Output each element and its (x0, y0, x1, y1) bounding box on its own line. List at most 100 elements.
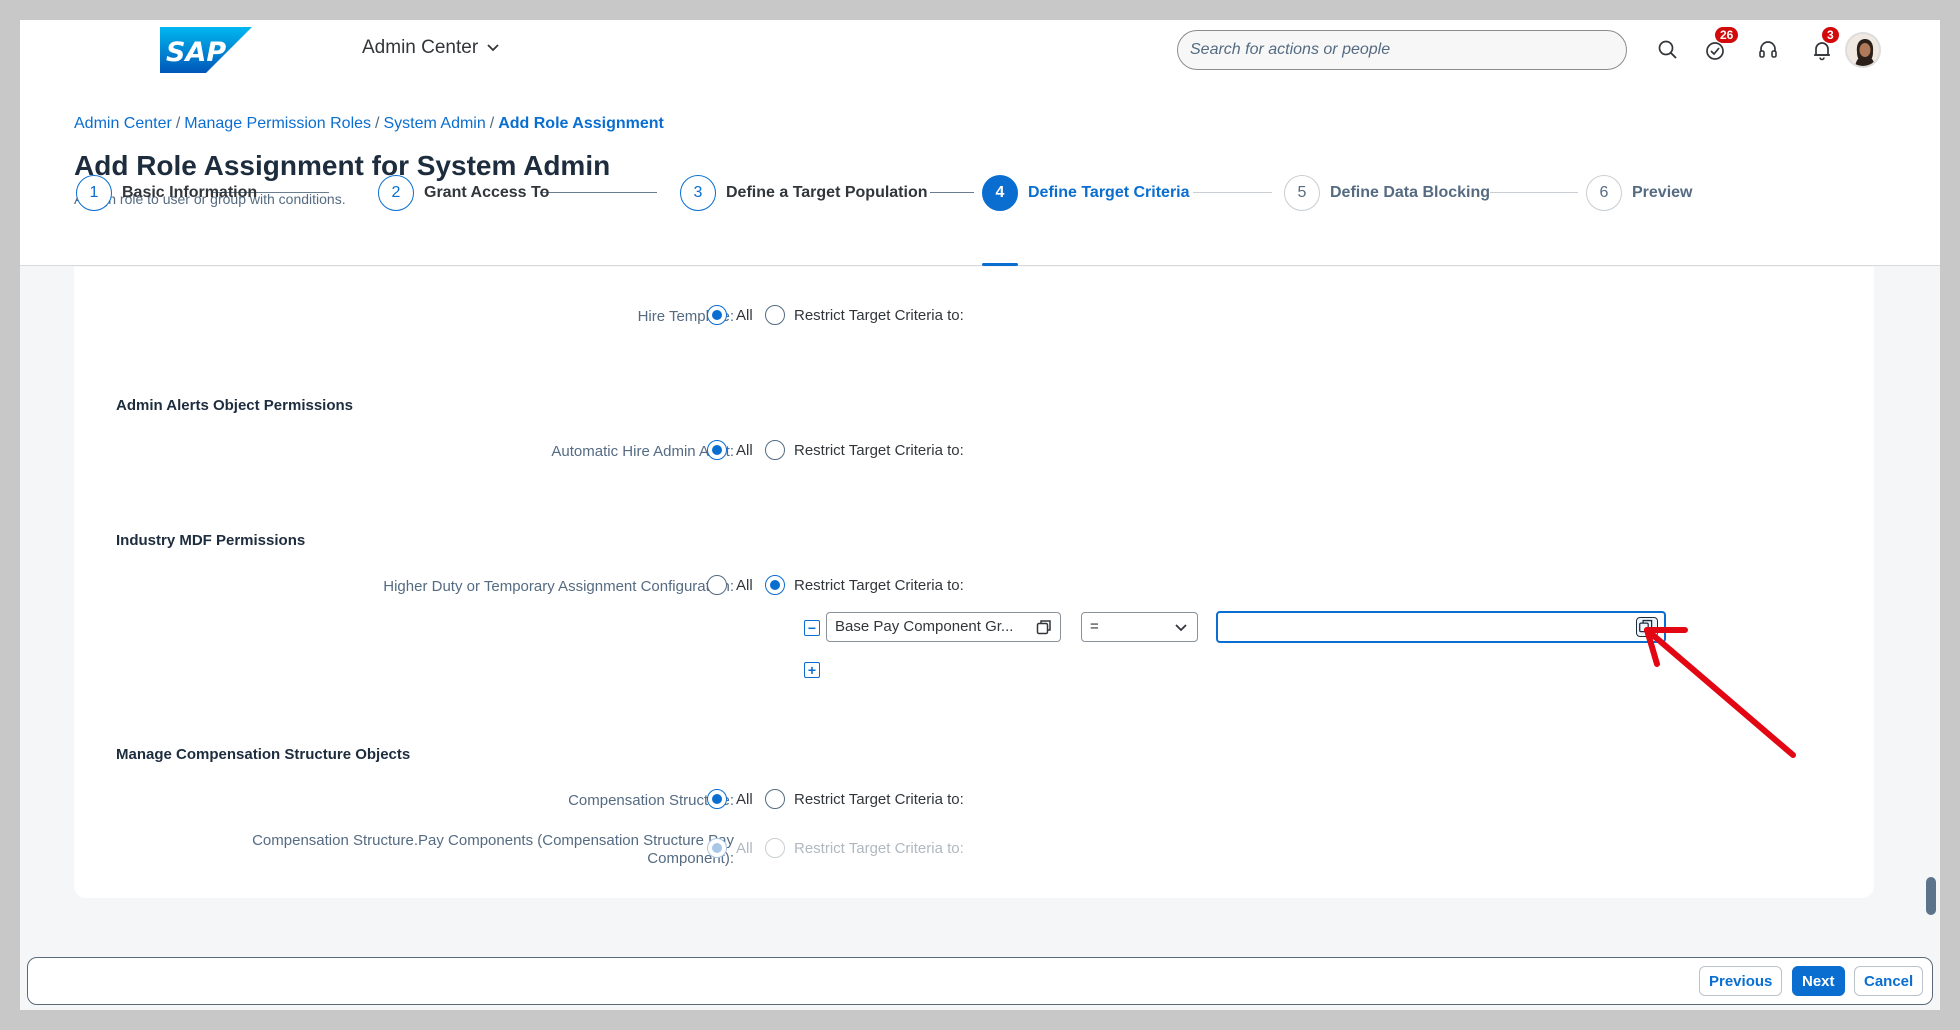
footer-toolbar: Previous Next Cancel (27, 957, 1933, 1005)
radio-label: Restrict Target Criteria to: (794, 839, 964, 857)
step-connector (1193, 192, 1272, 193)
cancel-button[interactable]: Cancel (1854, 966, 1924, 996)
radio-circle (765, 305, 785, 325)
page-header: Admin Center / Manage Permission Roles / Sys… (20, 80, 1940, 266)
breadcrumb-current: Add Role Assignment (498, 115, 664, 132)
radio-circle (707, 440, 727, 460)
minus-icon: − (807, 620, 817, 636)
target-criteria-panel: Hire Template: All Restrict Target Crite… (74, 267, 1874, 898)
hire-template-restrict-radio[interactable]: Restrict Target Criteria to: (765, 305, 964, 325)
search-icon (1658, 40, 1677, 59)
notification-count-badge: 3 (1821, 26, 1840, 44)
higher-duty-all-radio[interactable]: All (707, 575, 753, 595)
criteria-field-select[interactable]: Base Pay Component Gr... (826, 612, 1061, 642)
vertical-scrollbar-thumb[interactable] (1926, 877, 1936, 915)
value-help-icon[interactable] (1036, 619, 1052, 635)
breadcrumb-system-admin[interactable]: System Admin (383, 115, 485, 132)
pay-components-label: Compensation Structure.Pay Components (C… (252, 832, 734, 867)
shell-bar: SAP Admin Center 26 3 (20, 20, 1940, 80)
industry-mdf-section-title: Industry MDF Permissions (116, 532, 306, 549)
radio-label: Restrict Target Criteria to: (794, 306, 964, 324)
higher-duty-restrict-radio[interactable]: Restrict Target Criteria to: (765, 575, 964, 595)
step-label: Define Target Criteria (1028, 184, 1190, 201)
radio-circle (765, 575, 785, 595)
breadcrumb-manage-permission-roles[interactable]: Manage Permission Roles (184, 115, 371, 132)
automatic-hire-all-radio[interactable]: All (707, 440, 753, 460)
higher-duty-row: Higher Duty or Temporary Assignment Conf… (74, 573, 1874, 603)
step-number: 5 (1284, 175, 1320, 211)
step-connector (540, 192, 657, 193)
search-button[interactable] (1653, 35, 1683, 65)
radio-label: All (736, 576, 753, 594)
wizard-step-define-target-criteria[interactable]: 4 Define Target Criteria (982, 175, 1190, 211)
active-step-indicator (982, 263, 1018, 266)
breadcrumb-separator: / (489, 115, 495, 132)
wizard-step-basic-information[interactable]: 1 Basic Information (76, 175, 257, 211)
step-number: 4 (982, 175, 1018, 211)
criteria-operator-select[interactable]: = (1081, 612, 1198, 642)
radio-label: All (736, 839, 753, 857)
pay-components-all-radio: All (707, 838, 753, 858)
comp-structure-row: Compensation Structure: All Restrict Tar… (74, 787, 1874, 817)
radio-circle (765, 789, 785, 809)
higher-duty-label: Higher Duty or Temporary Assignment Conf… (383, 578, 734, 595)
remove-criteria-button[interactable]: − (804, 620, 820, 636)
radio-label: All (736, 790, 753, 808)
radio-circle (707, 838, 727, 858)
criteria-value-input[interactable] (1226, 617, 1626, 637)
criteria-field-value: Base Pay Component Gr... (835, 618, 1014, 635)
previous-button[interactable]: Previous (1699, 966, 1783, 996)
pay-components-restrict-radio: Restrict Target Criteria to: (765, 838, 964, 858)
step-label: Define Data Blocking (1330, 184, 1491, 201)
radio-label: All (736, 306, 753, 324)
search-input[interactable] (1190, 39, 1610, 61)
todo-button[interactable]: 26 (1700, 26, 1740, 65)
svg-text:SAP: SAP (166, 37, 226, 68)
wizard-step-define-data-blocking[interactable]: 5 Define Data Blocking (1284, 175, 1490, 211)
chevron-down-icon (1173, 619, 1189, 635)
step-connector (1490, 192, 1578, 193)
todo-count-badge: 26 (1714, 26, 1740, 44)
breadcrumb-separator: / (375, 115, 380, 132)
radio-label: All (736, 441, 753, 459)
radio-label: Restrict Target Criteria to: (794, 790, 964, 808)
comp-structure-section-title: Manage Compensation Structure Objects (116, 746, 411, 763)
search-field[interactable] (1177, 30, 1627, 70)
next-button[interactable]: Next (1792, 966, 1845, 996)
user-avatar[interactable] (1845, 32, 1881, 68)
step-label: Grant Access To (424, 184, 550, 201)
radio-circle (707, 789, 727, 809)
automatic-hire-restrict-radio[interactable]: Restrict Target Criteria to: (765, 440, 964, 460)
breadcrumb-admin-center[interactable]: Admin Center (74, 115, 172, 132)
step-connector (930, 192, 974, 193)
step-number: 2 (378, 175, 414, 211)
radio-label: Restrict Target Criteria to: (794, 576, 964, 594)
add-criteria-button[interactable]: + (804, 662, 820, 678)
plus-icon: + (807, 662, 817, 678)
notifications-button[interactable]: 3 (1807, 26, 1840, 65)
step-number: 3 (680, 175, 716, 211)
app-title-menu[interactable]: Admin Center (362, 37, 500, 59)
pay-components-row: Compensation Structure.Pay Components (C… (74, 832, 1874, 867)
breadcrumb-separator: / (175, 115, 181, 132)
app-title-label: Admin Center (362, 37, 479, 58)
hire-template-all-radio[interactable]: All (707, 305, 753, 325)
step-label: Define a Target Population (726, 184, 928, 201)
automatic-hire-admin-alert-row: Automatic Hire Admin Alert: All Restrict… (74, 438, 1874, 468)
support-button[interactable] (1753, 35, 1783, 65)
comp-structure-all-radio[interactable]: All (707, 789, 753, 809)
radio-label: Restrict Target Criteria to: (794, 441, 964, 459)
wizard-step-grant-access-to[interactable]: 2 Grant Access To (378, 175, 549, 211)
criteria-value-field[interactable] (1216, 611, 1666, 643)
wizard-step-preview[interactable]: 6 Preview (1586, 175, 1692, 211)
value-help-icon[interactable] (1636, 617, 1658, 637)
step-label: Preview (1632, 184, 1693, 201)
radio-circle (765, 440, 785, 460)
radio-circle (765, 838, 785, 858)
breadcrumb: Admin Center / Manage Permission Roles / Sys… (74, 115, 664, 133)
criteria-operator-value: = (1090, 618, 1099, 635)
comp-structure-restrict-radio[interactable]: Restrict Target Criteria to: (765, 789, 964, 809)
wizard-step-define-target-population[interactable]: 3 Define a Target Population (680, 175, 928, 211)
app-window: SAP Admin Center 26 3 (20, 20, 1940, 1010)
sap-logo[interactable]: SAP (160, 27, 252, 73)
